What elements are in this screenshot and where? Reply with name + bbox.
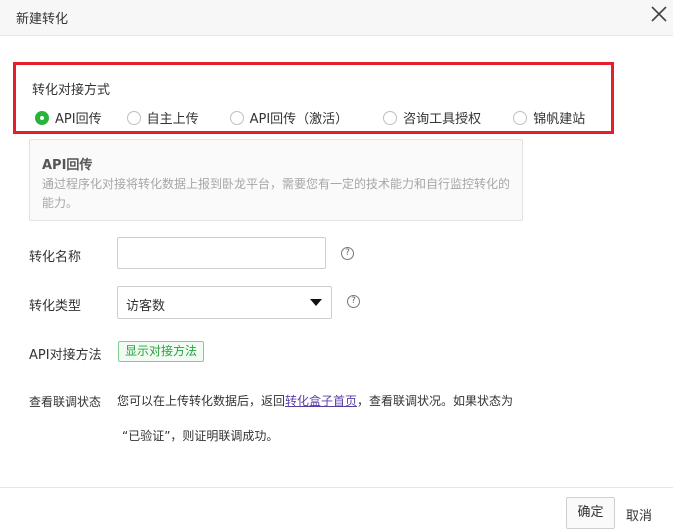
method-description-box: API回传 通过程序化对接将转化数据上报到卧龙平台，需要您有一定的技术能力和自行…: [29, 139, 523, 221]
debug-status-label: 查看联调状态: [29, 395, 102, 409]
conversion-name-label: 转化名称: [29, 250, 82, 265]
radio-option-api[interactable]: API回传: [35, 108, 102, 127]
help-icon[interactable]: ?: [347, 295, 360, 308]
conversion-name-input[interactable]: [117, 237, 326, 269]
radio-label: 锦帆建站: [533, 112, 586, 127]
dialog-header: 新建转化: [0, 0, 673, 36]
status-prefix: 您可以在上传转化数据后，返回: [117, 394, 286, 408]
radio-label: 自主上传: [146, 112, 199, 127]
radio-button[interactable]: [513, 110, 528, 125]
cancel-button[interactable]: 取消: [626, 505, 652, 524]
conversion-type-select[interactable]: 访客数: [117, 286, 332, 319]
confirm-button[interactable]: 确定: [566, 497, 615, 529]
status-suffix: ，查看联调状况。如果状态为: [357, 394, 514, 408]
radio-button[interactable]: [229, 110, 244, 125]
footer-divider: [0, 487, 673, 488]
radio-label: API回传（激活）: [249, 112, 349, 127]
radio-option-self-upload[interactable]: 自主上传: [126, 108, 199, 127]
conversion-box-home-link[interactable]: 转化盒子首页: [285, 394, 357, 408]
radio-button[interactable]: [126, 110, 141, 125]
radio-option-consult-tool[interactable]: 咨询工具授权: [383, 108, 481, 127]
radio-label: API回传: [55, 112, 102, 127]
dialog-title: 新建转化: [16, 12, 69, 27]
caret-down-icon: [310, 299, 322, 306]
integration-method-section: 转化对接方式 API回传 自主上传 API回传（激活） 咨询工具授权 锦帆建站: [13, 62, 614, 134]
integration-method-radio-group: API回传 自主上传 API回传（激活） 咨询工具授权 锦帆建站: [35, 108, 585, 127]
debug-status-text: 您可以在上传转化数据后，返回转化盒子首页，查看联调状况。如果状态为: [117, 392, 513, 409]
radio-label: 咨询工具授权: [403, 112, 482, 127]
method-description-title: API回传: [42, 158, 93, 173]
help-icon[interactable]: ?: [341, 247, 354, 260]
radio-button[interactable]: [383, 110, 398, 125]
show-method-button[interactable]: 显示对接方法: [118, 341, 205, 362]
integration-method-label: 转化对接方式: [32, 83, 111, 98]
api-method-label: API对接方法: [29, 348, 102, 363]
radio-option-site-builder[interactable]: 锦帆建站: [513, 108, 585, 127]
radio-button[interactable]: [35, 110, 49, 125]
conversion-type-value: 访客数: [126, 299, 166, 314]
conversion-type-label: 转化类型: [29, 299, 82, 314]
radio-option-api-activation[interactable]: API回传（激活）: [229, 108, 349, 127]
method-description-text: 通过程序化对接将转化数据上报到卧龙平台，需要您有一定的技术能力和自行监控转化的能…: [42, 177, 511, 210]
debug-status-text-line2: “已验证”，则证明联调成功。: [122, 429, 279, 443]
close-icon[interactable]: [649, 4, 669, 24]
